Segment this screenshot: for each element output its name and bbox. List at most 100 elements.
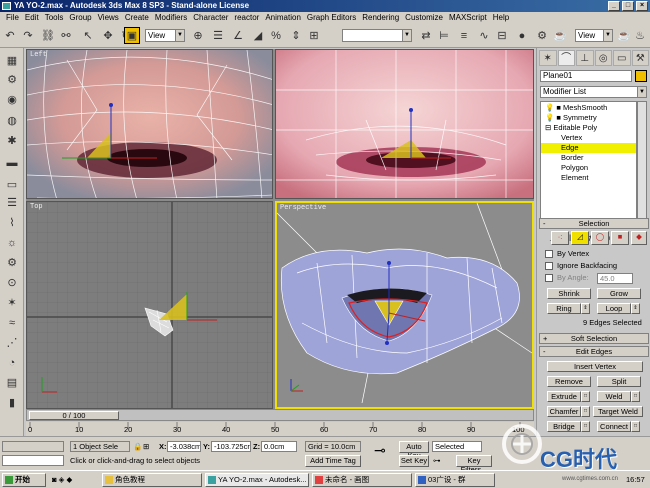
- schematic-icon[interactable]: ⊟: [494, 27, 510, 44]
- layer-icon[interactable]: ≡: [456, 27, 472, 44]
- redo-icon[interactable]: ↷: [20, 27, 36, 44]
- reference-coordinate-dropdown[interactable]: View ▼: [145, 29, 185, 42]
- stack-item-meshsmooth[interactable]: 💡 ■ MeshSmooth: [541, 103, 636, 113]
- analyze-icon[interactable]: ◔: [4, 356, 20, 370]
- render-setup-icon[interactable]: ⚙: [534, 27, 550, 44]
- connect-settings-icon[interactable]: □: [631, 421, 640, 432]
- split-button[interactable]: Split: [597, 376, 641, 387]
- wind-icon[interactable]: ☼: [4, 236, 20, 250]
- motor-icon[interactable]: ⚙: [4, 256, 20, 270]
- selection-rollout-header[interactable]: - Selection: [539, 218, 649, 229]
- move-icon[interactable]: ✥: [100, 27, 116, 44]
- vertex-mode-icon[interactable]: ·:: [551, 231, 569, 245]
- menu-modifiers[interactable]: Modifiers: [152, 12, 190, 24]
- task-3dsmax[interactable]: YA YO-2.max - Autodesk...: [205, 473, 309, 487]
- edge-mode-icon[interactable]: ◿: [571, 231, 589, 245]
- target-weld-button[interactable]: Target Weld: [593, 406, 643, 417]
- polygon-mode-icon[interactable]: ■: [611, 231, 629, 245]
- pivot-icon[interactable]: ⊕: [190, 27, 206, 44]
- angle-snap-icon[interactable]: ◢: [250, 27, 266, 44]
- ring-spinner[interactable]: ⇕: [581, 303, 590, 314]
- soft-selection-rollout-header[interactable]: + Soft Selection: [539, 333, 649, 344]
- front-viewport[interactable]: [275, 49, 534, 199]
- stack-item-polygon[interactable]: Polygon: [541, 163, 636, 173]
- point-icon[interactable]: ⋰: [4, 336, 20, 350]
- close-button[interactable]: ×: [636, 1, 648, 11]
- ignore-backfacing-checkbox[interactable]: [545, 262, 553, 270]
- modifier-list-dropdown[interactable]: Modifier List ▼: [540, 86, 647, 98]
- menu-animation[interactable]: Animation: [262, 12, 304, 24]
- mirror-icon[interactable]: ⇄: [418, 27, 434, 44]
- left-viewport-label[interactable]: Left: [30, 51, 47, 59]
- track-bar[interactable]: 0 10 20 30 40 50 60 70 80 90 100: [26, 422, 534, 436]
- ragdoll-icon[interactable]: ✱: [4, 134, 20, 148]
- stack-icon[interactable]: ☰: [4, 196, 20, 210]
- key-filters-button[interactable]: Key Filters...: [456, 455, 492, 474]
- weld-button[interactable]: Weld: [597, 391, 631, 402]
- stack-item-vertex[interactable]: Vertex: [541, 133, 636, 143]
- hinge-icon[interactable]: ⚙: [4, 73, 20, 87]
- create-tab-icon[interactable]: ✶: [539, 50, 557, 66]
- time-slider[interactable]: 0 / 100: [26, 409, 534, 421]
- teapot-icon[interactable]: ♨: [632, 27, 648, 44]
- by-angle-spinner[interactable]: 45.0: [597, 273, 633, 284]
- menu-customize[interactable]: Customize: [402, 12, 446, 24]
- add-time-tag-button[interactable]: Add Time Tag: [305, 455, 361, 467]
- quick-launch-icons[interactable]: ◙ ◈ ◆: [52, 475, 72, 485]
- display-tab-icon[interactable]: ▭: [613, 50, 631, 66]
- modify-tab-icon[interactable]: ⌒: [557, 50, 575, 66]
- shrink-button[interactable]: Shrink: [547, 288, 591, 299]
- menu-views[interactable]: Views: [95, 12, 122, 24]
- task-folder[interactable]: 角色教程: [102, 473, 202, 487]
- maximize-button[interactable]: □: [622, 1, 634, 11]
- chamfer-settings-icon[interactable]: □: [581, 406, 590, 417]
- left-viewport[interactable]: Left: [26, 49, 273, 199]
- set-key-button[interactable]: Set Key: [399, 455, 429, 467]
- menu-graph-editors[interactable]: Graph Editors: [304, 12, 359, 24]
- time-slider-thumb[interactable]: 0 / 100: [29, 411, 119, 420]
- element-mode-icon[interactable]: ◆: [631, 231, 647, 245]
- spinner-snap-icon[interactable]: ⇕: [288, 27, 304, 44]
- menu-edit[interactable]: Edit: [22, 12, 42, 24]
- absolute-mode-icon[interactable]: ⊞: [143, 442, 149, 452]
- key-mode-dropdown[interactable]: Selected: [432, 441, 482, 452]
- insert-vertex-button[interactable]: Insert Vertex: [547, 361, 643, 372]
- stack-item-editable-poly[interactable]: ⊟ Editable Poly: [541, 123, 636, 133]
- loop-spinner[interactable]: ⇕: [631, 303, 640, 314]
- menu-reactor[interactable]: reactor: [231, 12, 262, 24]
- named-selection-dropdown[interactable]: ▼: [342, 29, 412, 42]
- top-viewport[interactable]: Top: [26, 201, 273, 409]
- auto-key-button[interactable]: Auto Key: [399, 441, 429, 460]
- y-coord-field[interactable]: -103.725cr: [211, 441, 251, 452]
- minimize-button[interactable]: _: [608, 1, 620, 11]
- menu-character[interactable]: Character: [190, 12, 231, 24]
- by-angle-checkbox[interactable]: [545, 274, 553, 282]
- stack-item-edge[interactable]: Edge: [541, 143, 636, 153]
- menu-help[interactable]: Help: [490, 12, 512, 24]
- utilities-tab-icon[interactable]: ⚒: [631, 50, 649, 66]
- top-viewport-label[interactable]: Top: [30, 203, 43, 211]
- connect-button[interactable]: Connect: [597, 421, 631, 432]
- ring-button[interactable]: Ring: [547, 303, 581, 314]
- constraint-icon[interactable]: ▭: [4, 178, 20, 192]
- link-icon[interactable]: ⛓: [40, 27, 56, 44]
- task-qq[interactable]: 03广设 - 群: [415, 473, 495, 487]
- preview-icon[interactable]: ▤: [4, 376, 20, 390]
- plane-icon[interactable]: ▬: [4, 156, 20, 170]
- grow-button[interactable]: Grow: [597, 288, 641, 299]
- cloth-icon[interactable]: ◍: [4, 114, 20, 128]
- x-coord-field[interactable]: -3.038cm: [167, 441, 201, 452]
- stack-scrollbar[interactable]: [637, 101, 647, 229]
- perspective-viewport[interactable]: Perspective: [275, 201, 534, 409]
- unlink-icon[interactable]: ⚯: [58, 27, 74, 44]
- menu-rendering[interactable]: Rendering: [359, 12, 402, 24]
- snap-icon[interactable]: ∠: [230, 27, 246, 44]
- weld-settings-icon[interactable]: □: [631, 391, 640, 402]
- lock-icon[interactable]: 🔒: [133, 442, 142, 452]
- maxscript-listener[interactable]: [2, 441, 64, 452]
- edit-edges-rollout-header[interactable]: - Edit Edges: [539, 346, 649, 357]
- toy-car-icon[interactable]: ⊙: [4, 276, 20, 290]
- border-mode-icon[interactable]: ◯: [591, 231, 609, 245]
- extrude-settings-icon[interactable]: □: [581, 391, 590, 402]
- menu-create[interactable]: Create: [122, 12, 152, 24]
